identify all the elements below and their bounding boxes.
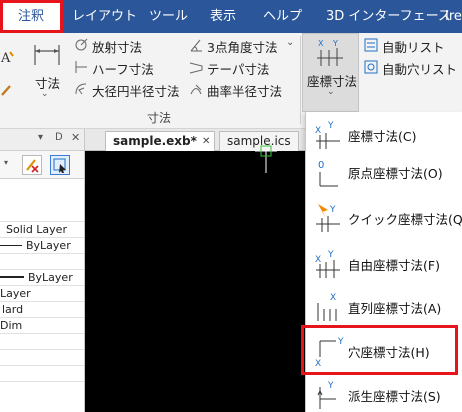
- large-radius-label: 大径円半径寸法: [92, 84, 180, 99]
- svg-text:X: X: [315, 126, 321, 136]
- tab-help[interactable]: ヘルプ: [263, 0, 302, 33]
- taper-dimension-label: テーパ寸法: [207, 62, 270, 77]
- linetype-sample: [0, 245, 22, 246]
- curvature-radius-label: 曲率半径寸法: [207, 84, 283, 99]
- large-radius-dimension-button[interactable]: 大径円半径寸法: [74, 80, 186, 99]
- quick-coordinate-icon: Y: [316, 204, 340, 232]
- svg-text:0: 0: [318, 160, 324, 171]
- svg-text:A: A: [0, 51, 11, 66]
- radial-dimension-label: 放射寸法: [92, 40, 143, 55]
- properties-panel: ▾ ᗞ ✕ ▾ Solid Layer ByLayer ByLayer Laye…: [0, 129, 85, 412]
- text-style-icon[interactable]: A: [0, 50, 14, 66]
- svg-text:X: X: [330, 293, 336, 303]
- tab-ire[interactable]: Ire: [445, 0, 462, 33]
- tab-tools[interactable]: ツール: [149, 0, 188, 33]
- ribbon-tab-bar: 注釈 レイアウト ツール 表示 ヘルプ 3D インターフェース Ire: [0, 0, 462, 33]
- dimension-icon: [34, 45, 60, 65]
- property-row[interactable]: ByLayer: [0, 238, 84, 254]
- auto-hole-list-icon: [364, 60, 378, 74]
- svg-text:Y: Y: [332, 39, 338, 48]
- taper-icon: [189, 62, 203, 74]
- half-dimension-label: ハーフ寸法: [92, 62, 154, 77]
- tab-layout[interactable]: レイアウト: [72, 0, 137, 33]
- menu-item-quick-coordinate[interactable]: Y クイック座標寸法(Q): [306, 195, 462, 241]
- menu-item-derived-coordinate[interactable]: Y 派生座標寸法(S): [306, 372, 462, 412]
- panel-spacer: [0, 179, 84, 222]
- brush-icon[interactable]: [0, 83, 14, 97]
- svg-text:X: X: [315, 255, 321, 265]
- panel-menu-icon[interactable]: ▾: [38, 132, 43, 143]
- menu-highlight-box: [301, 325, 458, 375]
- angle-icon: [190, 39, 202, 52]
- curvature-icon: [190, 84, 202, 95]
- origin-coordinate-icon: 0: [318, 160, 338, 187]
- ribbon-separator: [300, 36, 301, 124]
- panel-header: ▾ ᗞ ✕: [0, 129, 84, 151]
- coordinate-dimension-icon: YX: [315, 121, 340, 149]
- serial-coordinate-icon: X: [317, 293, 337, 321]
- radial-dimension-button[interactable]: 放射寸法: [74, 36, 184, 55]
- tab-highlight-box: [0, 0, 63, 33]
- svg-text:Y: Y: [327, 381, 334, 391]
- auto-hole-list-button[interactable]: 自動穴リスト: [364, 58, 462, 77]
- doc-tab-sample-exb[interactable]: sample.exb* ✕: [105, 131, 215, 151]
- derived-coordinate-icon: Y: [317, 381, 336, 409]
- doc-tab-sample-ics[interactable]: sample.ics: [219, 131, 299, 151]
- large-radius-icon: [75, 83, 87, 95]
- property-row[interactable]: ByLayer: [0, 270, 84, 286]
- property-row[interactable]: Layer: [0, 286, 84, 302]
- half-dimension-button[interactable]: ハーフ寸法: [74, 58, 184, 77]
- menu-item-free-coordinate[interactable]: YX 自由座標寸法(F): [306, 241, 462, 287]
- chevron-down-icon[interactable]: ▾: [4, 158, 8, 167]
- close-icon[interactable]: ✕: [71, 131, 80, 144]
- pin-icon[interactable]: ᗞ: [55, 132, 63, 143]
- property-row[interactable]: [0, 350, 84, 366]
- coordinate-dimension-icon: Y X: [317, 39, 343, 66]
- close-icon[interactable]: ✕: [202, 132, 210, 151]
- svg-text:X: X: [318, 39, 324, 48]
- auto-hole-list-label: 自動穴リスト: [382, 62, 458, 77]
- dimension-button[interactable]: 寸法 ⌄: [24, 37, 68, 103]
- three-point-angle-button[interactable]: 3点角度寸法 ⌄: [189, 36, 301, 55]
- panel-toolbar: ▾: [0, 151, 84, 179]
- auto-list-label: 自動リスト: [382, 40, 445, 55]
- dimension-group-label: 寸法: [147, 111, 172, 125]
- property-row[interactable]: [0, 254, 84, 270]
- svg-text:Y: Y: [329, 205, 336, 215]
- property-row[interactable]: Solid Layer: [0, 222, 84, 238]
- chevron-down-icon: ⌄: [286, 37, 295, 48]
- auto-list-button[interactable]: 自動リスト: [364, 36, 462, 55]
- three-point-angle-label: 3点角度寸法: [207, 40, 278, 55]
- crosshair-cursor-icon: [255, 145, 277, 173]
- lineweight-sample: [0, 276, 24, 278]
- tab-view[interactable]: 表示: [210, 0, 236, 33]
- svg-text:Y: Y: [327, 121, 334, 131]
- taper-dimension-button[interactable]: テーパ寸法: [189, 58, 301, 77]
- property-row[interactable]: Dim: [0, 318, 84, 334]
- select-objects-icon[interactable]: [50, 155, 70, 175]
- curvature-radius-button[interactable]: 曲率半径寸法: [189, 80, 301, 99]
- auto-list-icon: [364, 38, 378, 52]
- drawing-canvas[interactable]: [85, 145, 305, 412]
- property-row[interactable]: [0, 334, 84, 350]
- menu-item-serial-coordinate[interactable]: X 直列座標寸法(A): [306, 284, 462, 330]
- chevron-down-icon: ⌄: [327, 87, 335, 97]
- free-coordinate-icon: YX: [315, 250, 340, 278]
- document-tab-bar: sample.exb* ✕ sample.ics: [85, 129, 305, 151]
- clear-selection-icon[interactable]: [22, 155, 42, 175]
- chevron-down-icon: ⌄: [41, 89, 49, 99]
- coordinate-dimension-button[interactable]: Y X 座標寸法 ⌄: [302, 33, 359, 112]
- half-dimension-icon: [75, 61, 87, 73]
- menu-item-origin-coordinate[interactable]: 0 原点座標寸法(O): [306, 149, 462, 195]
- svg-text:Y: Y: [327, 250, 334, 260]
- radial-dimension-icon: [75, 38, 88, 51]
- property-row[interactable]: lard: [0, 302, 84, 318]
- tab-3d-interface[interactable]: 3D インターフェース: [326, 0, 451, 33]
- property-row[interactable]: [0, 366, 84, 382]
